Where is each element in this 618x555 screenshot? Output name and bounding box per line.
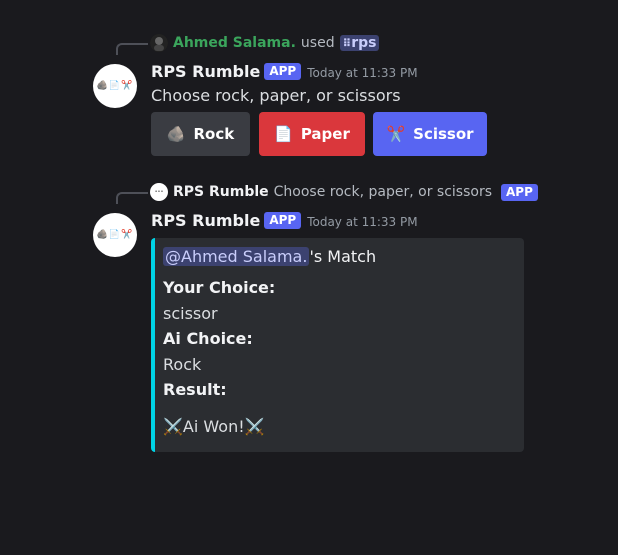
bot-avatar[interactable]: 🪨📄✂️ (93, 213, 137, 257)
crossed-swords-icon: ⚔️ (163, 417, 183, 436)
command-name: rps (351, 35, 377, 51)
reply-connector (116, 192, 148, 204)
embed-title: @Ahmed Salama.'s Match (163, 247, 376, 266)
paper-button[interactable]: 📄 Paper (259, 112, 365, 156)
result-text: Ai Won! (182, 417, 245, 436)
bot-mini-avatar[interactable]: ••• (150, 183, 168, 201)
rock-icon: 🪨 (166, 125, 186, 143)
message-text: Choose rock, paper, or scissors (151, 86, 401, 105)
your-choice-value: scissor (163, 304, 218, 323)
bot-avatar-emojis: 🪨📄✂️ (96, 81, 134, 91)
reply-app-badge: APP (501, 183, 538, 201)
reply-used-text: used (300, 35, 335, 51)
embed-title-suffix: 's Match (309, 247, 377, 266)
command-icon: ⠿ (342, 37, 352, 50)
reply-preview-text[interactable]: Choose rock, paper, or scissors (274, 184, 492, 200)
rock-button[interactable]: 🪨 Rock (151, 112, 250, 156)
reply-username[interactable]: Ahmed Salama. (173, 35, 296, 51)
scissor-button-label: Scissor (413, 125, 474, 143)
paper-icon: 📄 (274, 125, 293, 143)
reply-header[interactable]: ••• RPS Rumble Choose rock, paper, or sc… (150, 183, 538, 201)
reply-connector (116, 43, 148, 55)
match-embed: @Ahmed Salama.'s Match Your Choice: scis… (151, 238, 524, 452)
result-value: ⚔️ Ai Won! ⚔️ (163, 417, 265, 436)
crossed-swords-icon: ⚔️ (244, 417, 265, 436)
paper-button-label: Paper (300, 125, 350, 143)
ai-choice-label: Ai Choice: (163, 329, 253, 348)
app-badge: APP (264, 212, 302, 229)
app-badge: APP (264, 63, 302, 80)
user-avatar-icon[interactable] (150, 34, 168, 52)
author-name[interactable]: RPS Rumble (151, 211, 260, 230)
user-mention[interactable]: @Ahmed Salama. (163, 247, 310, 266)
reply-header[interactable]: Ahmed Salama. used ⠿rps (150, 34, 380, 52)
message-header: RPS Rumble APP Today at 11:33 PM (151, 62, 418, 81)
slash-command-chip[interactable]: ⠿rps (339, 35, 380, 51)
scissor-button[interactable]: ✂️ Scissor (373, 112, 487, 156)
author-name[interactable]: RPS Rumble (151, 62, 260, 81)
your-choice-label: Your Choice: (163, 278, 276, 297)
timestamp[interactable]: Today at 11:33 PM (307, 215, 417, 229)
scissor-icon: ✂️ (386, 125, 406, 143)
rock-button-label: Rock (193, 125, 235, 143)
message-header: RPS Rumble APP Today at 11:33 PM (151, 211, 418, 230)
result-label: Result: (163, 380, 227, 399)
bot-avatar[interactable]: 🪨📄✂️ (93, 64, 137, 108)
ai-choice-value: Rock (163, 355, 202, 374)
timestamp[interactable]: Today at 11:33 PM (307, 66, 417, 80)
reply-author[interactable]: RPS Rumble (173, 184, 269, 200)
bot-avatar-emojis: 🪨📄✂️ (96, 230, 134, 240)
